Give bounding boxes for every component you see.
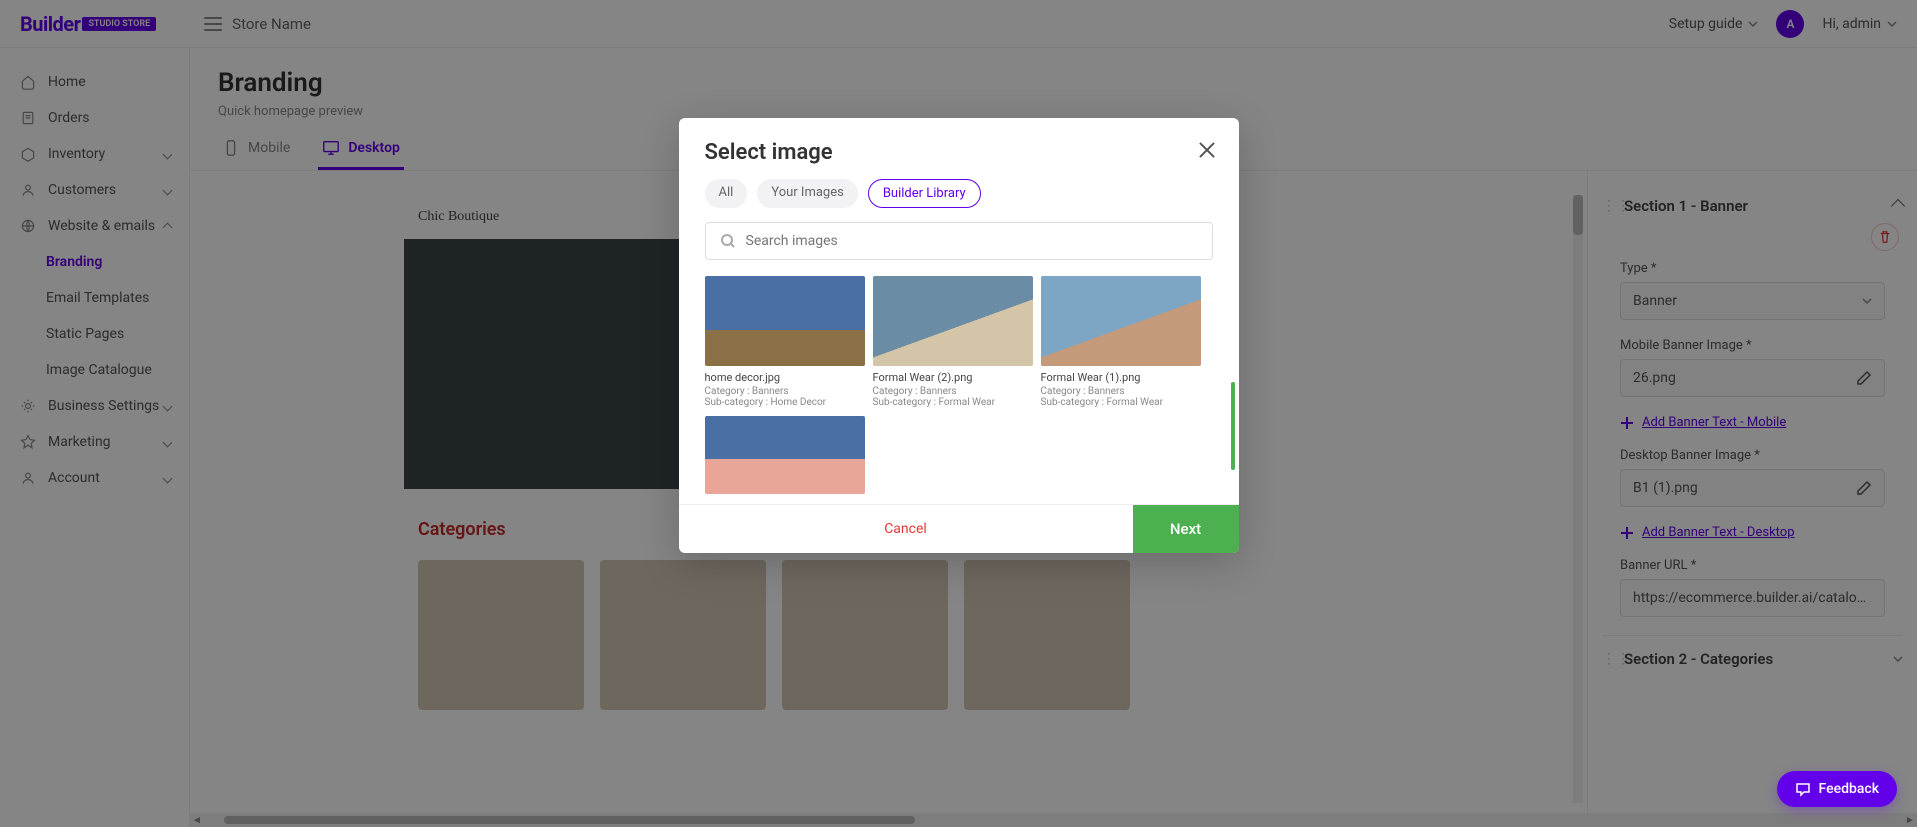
image-category: Category : Banners bbox=[705, 386, 865, 397]
image-subcategory: Sub-category : Home Decor bbox=[705, 397, 865, 408]
image-thumb bbox=[705, 416, 865, 494]
select-image-modal: Select image All Your Images Builder Lib… bbox=[679, 118, 1239, 553]
image-card[interactable]: home decor.jpg Category : Banners Sub-ca… bbox=[705, 276, 865, 408]
image-subcategory: Sub-category : Formal Wear bbox=[873, 397, 1033, 408]
image-name: Formal Wear (2).png bbox=[873, 371, 1033, 384]
image-name: home decor.jpg bbox=[705, 371, 865, 384]
modal-title: Select image bbox=[705, 140, 1213, 165]
image-category: Category : Banners bbox=[873, 386, 1033, 397]
image-category: Category : Banners bbox=[1041, 386, 1201, 397]
image-name: Formal Wear (1).png bbox=[1041, 371, 1201, 384]
modal-tab-builder-library[interactable]: Builder Library bbox=[868, 179, 981, 208]
image-card[interactable]: Formal Wear (1).png Category : Banners S… bbox=[1041, 276, 1201, 408]
image-card[interactable]: Formal Wear (2).png Category : Banners S… bbox=[873, 276, 1033, 408]
image-subcategory: Sub-category : Formal Wear bbox=[1041, 397, 1201, 408]
feedback-label: Feedback bbox=[1819, 781, 1879, 797]
modal-head: Select image bbox=[679, 118, 1239, 179]
modal-tab-your-images[interactable]: Your Images bbox=[757, 179, 858, 208]
modal-tab-all[interactable]: All bbox=[705, 179, 748, 208]
feedback-button[interactable]: Feedback bbox=[1777, 771, 1897, 807]
search-input-wrap[interactable] bbox=[705, 222, 1213, 260]
image-card[interactable] bbox=[705, 416, 865, 494]
modal-footer: Cancel Next bbox=[679, 504, 1239, 553]
modal-tabs: All Your Images Builder Library bbox=[679, 179, 1239, 222]
image-thumb bbox=[873, 276, 1033, 366]
modal-scrollbar[interactable] bbox=[1231, 382, 1235, 470]
image-thumb bbox=[1041, 276, 1201, 366]
image-thumb bbox=[705, 276, 865, 366]
image-grid: home decor.jpg Category : Banners Sub-ca… bbox=[705, 276, 1213, 494]
search-icon bbox=[720, 233, 736, 249]
next-button[interactable]: Next bbox=[1133, 505, 1239, 553]
cancel-button[interactable]: Cancel bbox=[679, 505, 1133, 553]
modal-body: home decor.jpg Category : Banners Sub-ca… bbox=[679, 276, 1239, 504]
close-icon[interactable] bbox=[1195, 138, 1219, 162]
search-input[interactable] bbox=[746, 233, 1198, 249]
chat-icon bbox=[1795, 781, 1811, 797]
